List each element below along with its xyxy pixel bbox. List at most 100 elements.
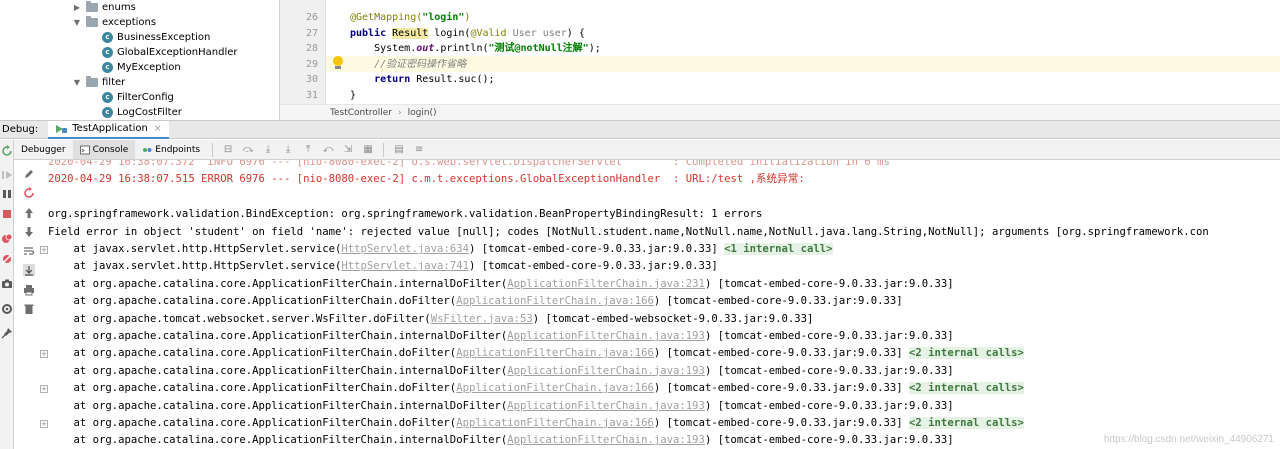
folder-icon: [86, 16, 98, 27]
code-line[interactable]: System.out.println("测试@notNull注解");: [350, 41, 601, 57]
stack-frame-text: at org.apache.catalina.core.ApplicationF…: [48, 364, 508, 377]
restore-layout-icon[interactable]: ≡: [412, 143, 426, 157]
tree-item-label: filter: [102, 77, 126, 88]
stack-frame-jar: ) [tomcat-embed-core-9.0.33.jar:9.0.33]: [653, 347, 910, 360]
console-line: at org.apache.catalina.core.ApplicationF…: [48, 363, 954, 380]
tab-console[interactable]: Console: [72, 140, 136, 159]
expand-fold-icon[interactable]: +: [40, 420, 48, 428]
tree-item[interactable]: c FilterConfig: [102, 90, 174, 105]
tab-debugger[interactable]: Debugger: [14, 140, 73, 159]
expand-fold-icon[interactable]: +: [40, 385, 48, 394]
step-over-icon[interactable]: ⤼: [241, 143, 255, 157]
tree-item-label: exceptions: [102, 17, 157, 28]
breadcrumb-method[interactable]: login(): [408, 108, 437, 118]
code-line[interactable]: @GetMapping("login"): [350, 10, 470, 26]
camera-icon[interactable]: [1, 278, 13, 290]
code-line[interactable]: }: [350, 88, 356, 104]
code-token: @Valid: [470, 27, 513, 39]
source-link[interactable]: ApplicationFilterChain.java:166: [456, 417, 654, 429]
code-editor[interactable]: 26 27 28 29 30 31 @GetMapping("login") public …: [280, 0, 1280, 104]
tree-item[interactable]: ▶ enums: [72, 0, 136, 15]
intention-bulb-icon[interactable]: [333, 56, 343, 69]
code-token: public: [350, 27, 393, 39]
mute-breakpoints-icon[interactable]: [1, 253, 13, 265]
internal-calls-badge[interactable]: <2 internal calls>: [909, 417, 1024, 429]
edit-icon[interactable]: [23, 168, 35, 180]
tree-item[interactable]: ▼ exceptions: [72, 15, 156, 30]
stop-icon[interactable]: [1, 208, 13, 220]
close-icon[interactable]: ×: [154, 124, 162, 134]
console-line: at org.apache.catalina.core.ApplicationF…: [48, 398, 954, 415]
scroll-to-end-icon[interactable]: [23, 264, 35, 276]
tab-test-application[interactable]: TestApplication ×: [48, 120, 170, 139]
chevron-down-icon[interactable]: ▼: [72, 75, 82, 90]
tree-item[interactable]: c MyException: [102, 60, 181, 75]
stack-frame-jar: ) [tomcat-embed-core-9.0.33.jar:9.0.33]: [704, 399, 954, 412]
internal-calls-badge[interactable]: <2 internal calls>: [909, 382, 1024, 395]
code-line[interactable]: public Result login(@Valid User user) {: [350, 26, 585, 42]
code-line[interactable]: return Result.suc();: [350, 72, 494, 88]
chevron-down-icon[interactable]: ▼: [72, 15, 82, 30]
tree-item[interactable]: c GlobalExceptionHandler: [102, 45, 238, 60]
console-line: at org.apache.catalina.core.ApplicationF…: [48, 345, 1024, 362]
stack-frame-jar: ) [tomcat-embed-core-9.0.33.jar:9.0.33]: [653, 382, 910, 395]
trash-icon[interactable]: [23, 303, 35, 315]
show-execution-point-icon[interactable]: ⊟: [221, 143, 235, 157]
source-link[interactable]: ApplicationFilterChain.java:166: [456, 382, 654, 394]
folder-icon: [86, 76, 98, 87]
source-link[interactable]: ApplicationFilterChain.java:193: [507, 330, 705, 342]
pin-icon[interactable]: [1, 327, 13, 339]
force-step-into-icon[interactable]: ⤓: [281, 143, 295, 157]
tree-item[interactable]: c BusinessException: [102, 30, 210, 45]
tab-endpoints[interactable]: Endpoints: [135, 140, 207, 159]
soft-wrap-icon[interactable]: [23, 245, 35, 257]
run-to-cursor-icon[interactable]: ⇲: [341, 143, 355, 157]
tree-item[interactable]: ▼ filter: [72, 75, 125, 90]
layout-icon[interactable]: ▤: [392, 143, 406, 157]
source-link[interactable]: HttpServlet.java:741: [341, 260, 469, 272]
pause-icon[interactable]: [1, 188, 13, 200]
console-line: at javax.servlet.http.HttpServlet.servic…: [48, 258, 718, 275]
internal-calls-badge[interactable]: <1 internal call>: [724, 243, 833, 255]
source-link[interactable]: ApplicationFilterChain.java:193: [507, 400, 705, 412]
line-number: 28: [305, 43, 318, 55]
source-link[interactable]: ApplicationFilterChain.java:193: [507, 434, 705, 446]
stack-frame-text: at org.apache.catalina.core.ApplicationF…: [48, 330, 508, 342]
source-link[interactable]: WsFilter.java:53: [431, 313, 533, 325]
step-out-icon[interactable]: ⤒: [301, 143, 315, 157]
view-breakpoints-icon[interactable]: [1, 233, 13, 245]
up-arrow-icon[interactable]: [23, 207, 35, 219]
restart-icon[interactable]: [23, 187, 35, 199]
source-link[interactable]: ApplicationFilterChain.java:166: [456, 347, 654, 359]
stack-frame-text: at javax.servlet.http.HttpServlet.servic…: [48, 243, 342, 255]
source-link[interactable]: ApplicationFilterChain.java:166: [456, 295, 654, 307]
source-link[interactable]: HttpServlet.java:634: [341, 243, 469, 255]
code-line[interactable]: //验证密码操作省略: [350, 57, 466, 73]
tree-item[interactable]: c LogCostFilter: [102, 105, 182, 120]
resume-icon[interactable]: [1, 169, 13, 181]
drop-frame-icon[interactable]: ⤺: [321, 143, 335, 157]
tree-item-label: FilterConfig: [117, 92, 174, 103]
rerun-icon[interactable]: [1, 145, 13, 157]
chevron-right-icon[interactable]: ▶: [72, 0, 82, 15]
down-arrow-icon[interactable]: [23, 226, 35, 238]
source-link[interactable]: ApplicationFilterChain.java:231: [507, 278, 705, 290]
tree-item-label: enums: [102, 2, 136, 13]
watermark: https://blog.csdn.net/weixin_44906271: [1103, 434, 1274, 445]
expand-fold-icon[interactable]: +: [40, 350, 48, 359]
evaluate-expression-icon[interactable]: ▦: [361, 143, 375, 157]
console-output[interactable]: 2020-04-29 16:38:07.372 INFO 6976 --- [n…: [14, 160, 1280, 449]
log-text: Field error in object 'student' on field…: [48, 225, 1209, 238]
console-line: 2020-04-29 16:38:07.372 INFO 6976 --- [n…: [48, 160, 890, 171]
source-link[interactable]: ApplicationFilterChain.java:193: [507, 365, 705, 377]
breadcrumb-class[interactable]: TestController: [330, 108, 392, 118]
expand-fold-icon[interactable]: +: [40, 246, 48, 254]
stack-frame-text: at org.apache.tomcat.websocket.server.Ws…: [48, 312, 431, 325]
print-icon[interactable]: [23, 284, 35, 296]
step-into-icon[interactable]: ⤓: [261, 143, 275, 157]
internal-calls-badge[interactable]: <2 internal calls>: [909, 347, 1024, 360]
settings-icon[interactable]: [1, 303, 13, 315]
debug-label: Debug:: [2, 124, 39, 135]
code-token: ) {: [566, 27, 585, 39]
